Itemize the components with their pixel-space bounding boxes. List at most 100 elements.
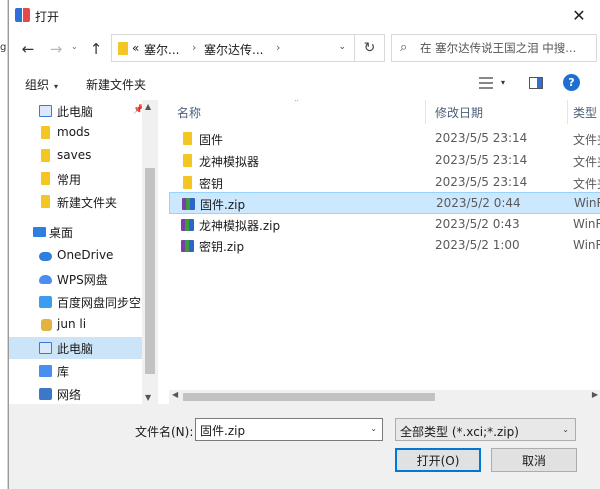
sidebar-item-label: jun li <box>57 317 87 331</box>
scroll-down-arrow[interactable]: ▼ <box>145 393 151 402</box>
baidu-sync-icon <box>39 296 52 308</box>
dialog-footer: 文件名(N): ⌄ 全部类型 (*.xci;*.zip) ⌄ 打开(O) 取消 <box>9 404 600 489</box>
folder-icon <box>41 195 50 208</box>
file-list-horizontal-scrollbar[interactable]: ◀ ▶ <box>169 390 600 404</box>
breadcrumb-separator[interactable]: › <box>192 41 196 54</box>
file-row[interactable]: 龙神模拟器.zip 2023/5/2 0:43 WinR <box>169 214 600 236</box>
column-name[interactable]: 名称 <box>177 104 201 121</box>
sidebar-item-label: mods <box>57 125 90 139</box>
sidebar-item-label: 此电脑 <box>57 105 94 119</box>
sidebar-item-label: 常用 <box>57 173 82 187</box>
sidebar-item-wps-cloud[interactable]: WPS网盘 <box>9 268 142 290</box>
file-date: 2023/5/2 0:43 <box>435 217 520 231</box>
scroll-right-arrow[interactable]: ▶ <box>592 390 598 399</box>
library-icon <box>39 365 52 377</box>
filename-label: 文件名(N): <box>135 425 194 439</box>
column-divider[interactable] <box>425 100 426 124</box>
sidebar-item-libraries[interactable]: 库 <box>9 360 142 382</box>
folder-icon <box>41 126 50 139</box>
sidebar-item-onedrive[interactable]: OneDrive <box>9 245 142 267</box>
sidebar-item-label: 此电脑 <box>57 342 94 356</box>
sidebar-item-label: 网络 <box>57 388 82 402</box>
search-icon: ⌕ <box>400 40 408 55</box>
column-header: ⌃ 名称 修改日期 类型 <box>169 100 600 124</box>
chevron-down-icon[interactable]: ⌄ <box>370 424 377 433</box>
search-input[interactable] <box>420 39 594 57</box>
sidebar-item-this-pc-tree[interactable]: 此电脑 <box>9 337 142 359</box>
file-row[interactable]: 固件 2023/5/5 23:14 文件夹 <box>169 128 600 150</box>
recent-locations-caret[interactable]: ⌄ <box>71 42 78 51</box>
navigation-bar: ← → ⌄ ↑ « 塞尔... › 塞尔达传... › ⌄ ↻ ⌕ <box>9 30 600 68</box>
file-row[interactable]: 龙神模拟器 2023/5/5 23:14 文件夹 <box>169 150 600 172</box>
forward-button[interactable]: → <box>45 39 67 59</box>
file-name: 密钥.zip <box>199 240 245 254</box>
file-name: 密钥 <box>199 177 224 191</box>
app-icon <box>15 8 31 22</box>
file-row[interactable]: 密钥 2023/5/5 23:14 文件夹 <box>169 172 600 194</box>
breadcrumb-2[interactable]: 塞尔达传... <box>204 41 263 58</box>
new-folder-button[interactable]: 新建文件夹 <box>86 76 146 93</box>
navigation-pane[interactable]: 此电脑 📌 mods saves 常用 新建文件夹 桌面 OneDrive WP… <box>9 100 158 404</box>
background-window-text: g <box>0 42 7 53</box>
view-options-caret-icon[interactable]: ▾ <box>501 78 505 87</box>
organize-menu[interactable]: 组织 ▾ <box>25 76 58 93</box>
sidebar-item-common[interactable]: 常用 <box>9 168 142 190</box>
network-icon <box>39 388 52 400</box>
open-file-dialog: 打开 ✕ ← → ⌄ ↑ « 塞尔... › 塞尔达传... › ⌄ ↻ ⌕ 组… <box>8 0 600 489</box>
column-divider[interactable] <box>567 100 568 124</box>
sidebar-item-saves[interactable]: saves <box>9 145 142 167</box>
sidebar-item-desktop[interactable]: 桌面 <box>9 221 142 243</box>
help-icon[interactable]: ? <box>563 74 580 91</box>
file-date: 2023/5/5 23:14 <box>435 131 528 145</box>
file-name: 固件 <box>199 133 224 147</box>
sidebar-item-label: 桌面 <box>49 226 74 240</box>
column-date[interactable]: 修改日期 <box>435 104 483 121</box>
sidebar-item-label: OneDrive <box>57 248 114 262</box>
sidebar-item-label: WPS网盘 <box>57 273 108 287</box>
breadcrumb-1[interactable]: 塞尔... <box>144 41 179 58</box>
file-type-select[interactable]: 全部类型 (*.xci;*.zip) ⌄ <box>395 418 576 441</box>
sidebar-item-baidu-sync[interactable]: 百度网盘同步空间 <box>9 291 142 313</box>
horizontal-scroll-thumb[interactable] <box>183 393 435 401</box>
file-type-value: 全部类型 (*.xci;*.zip) <box>400 425 519 439</box>
chevron-down-icon: ⌄ <box>562 425 569 434</box>
filename-combobox[interactable]: ⌄ <box>195 418 383 441</box>
file-name: 龙神模拟器 <box>199 155 260 169</box>
address-bar[interactable]: « 塞尔... › 塞尔达传... › ⌄ <box>111 34 355 62</box>
scroll-up-arrow[interactable]: ▲ <box>145 102 151 111</box>
sidebar-item-network[interactable]: 网络 <box>9 383 142 404</box>
winrar-archive-icon <box>181 240 194 252</box>
folder-icon <box>183 132 192 145</box>
desktop-icon <box>33 227 46 237</box>
address-overflow[interactable]: « <box>132 41 139 55</box>
filename-input[interactable] <box>200 422 360 438</box>
back-button[interactable]: ← <box>17 39 39 59</box>
pin-icon: 📌 <box>133 105 142 115</box>
file-type: WinR <box>573 217 600 231</box>
search-box[interactable]: ⌕ <box>391 34 597 62</box>
up-button[interactable]: ↑ <box>85 39 107 59</box>
close-button[interactable]: ✕ <box>557 0 600 30</box>
file-row[interactable]: 密钥.zip 2023/5/2 1:00 WinR <box>169 235 600 257</box>
sidebar-item-jun-li[interactable]: jun li <box>9 314 142 336</box>
user-folder-icon <box>41 319 52 331</box>
sidebar-scroll-thumb[interactable] <box>145 168 155 374</box>
file-row-selected[interactable]: 固件.zip 2023/5/2 0:44 WinR <box>169 192 600 214</box>
sidebar-item-mods[interactable]: mods <box>9 122 142 144</box>
sidebar-item-this-pc[interactable]: 此电脑 📌 <box>9 100 142 122</box>
folder-icon <box>183 154 192 167</box>
sidebar-item-new-folder[interactable]: 新建文件夹 <box>9 191 142 213</box>
refresh-button[interactable]: ↻ <box>355 34 385 62</box>
cancel-button[interactable]: 取消 <box>491 448 577 472</box>
pc-icon <box>39 105 52 117</box>
folder-icon <box>118 42 128 55</box>
preview-pane-icon[interactable] <box>529 77 543 89</box>
scroll-left-arrow[interactable]: ◀ <box>172 390 178 399</box>
open-button[interactable]: 打开(O) <box>395 448 481 472</box>
winrar-archive-icon <box>181 219 194 231</box>
column-type[interactable]: 类型 <box>573 104 597 121</box>
breadcrumb-separator[interactable]: › <box>276 41 280 54</box>
view-options-icon[interactable] <box>479 77 493 89</box>
sidebar-scrollbar[interactable]: ▲ ▼ <box>142 100 158 404</box>
address-dropdown-icon[interactable]: ⌄ <box>338 42 346 52</box>
